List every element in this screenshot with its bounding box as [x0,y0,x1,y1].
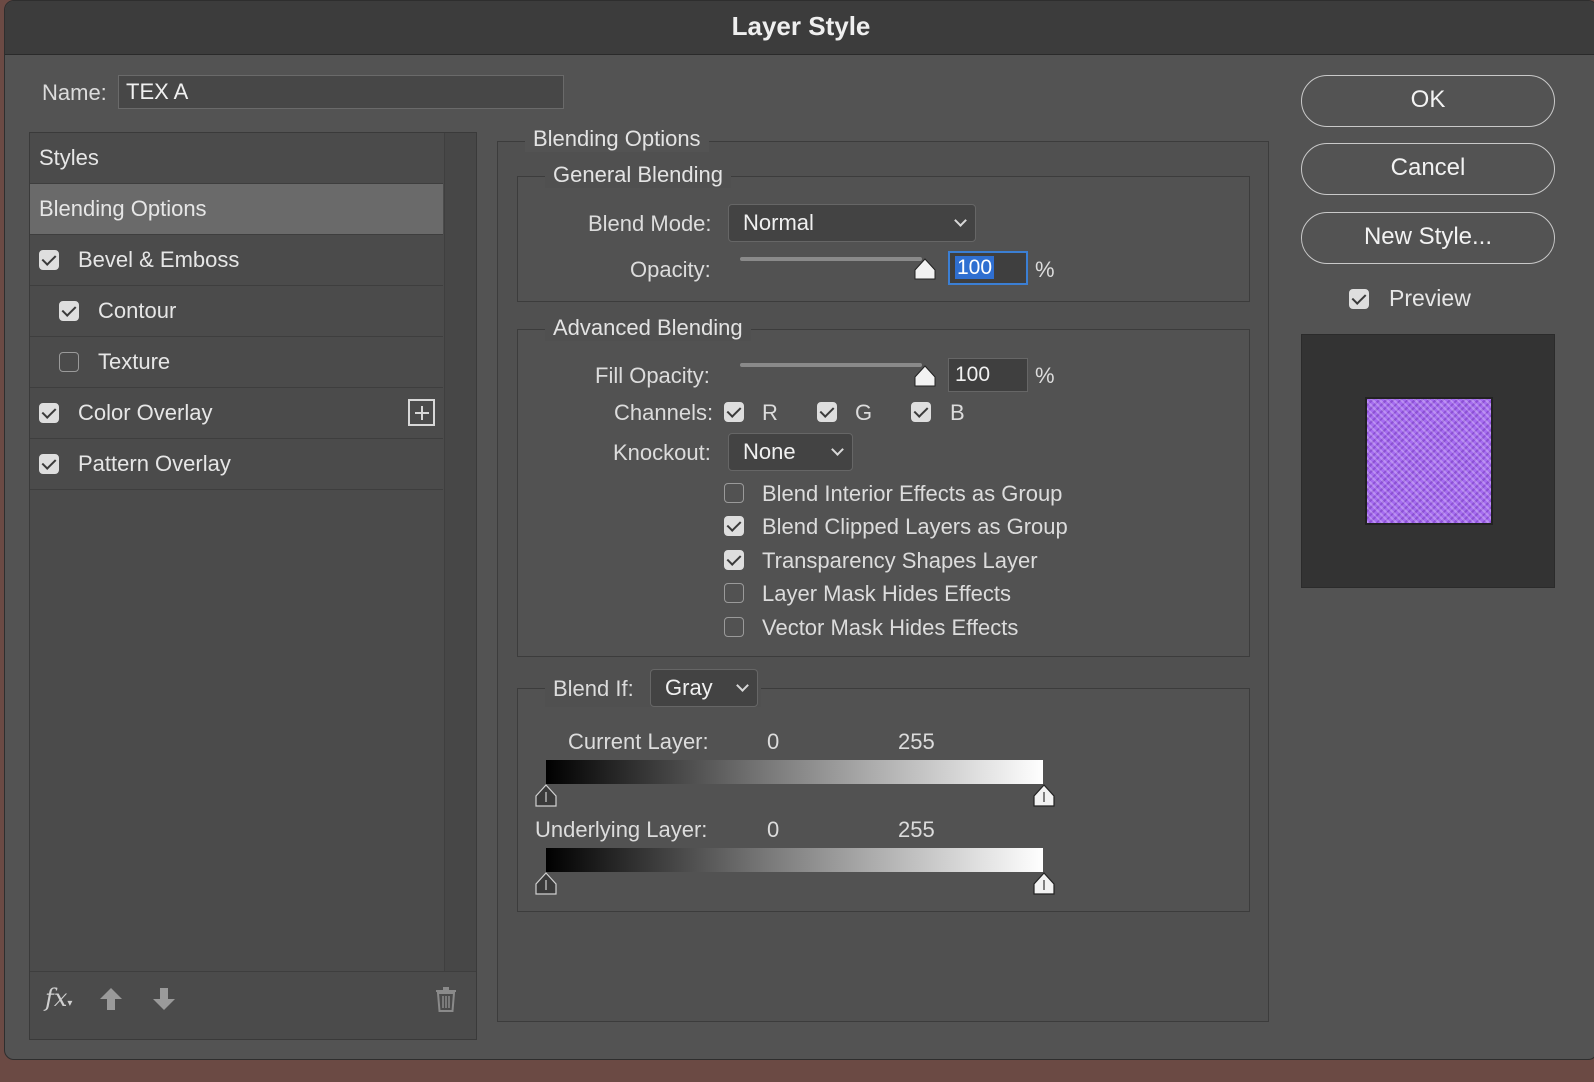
pattern-overlay-checkbox[interactable] [39,454,59,474]
style-item-blending-options[interactable]: Blending Options [30,184,443,235]
layer-style-dialog: Layer Style Name: TEX A Styles Blending … [4,0,1594,1060]
style-item-bevel-emboss[interactable]: Bevel & Emboss [30,235,443,286]
add-effect-plus-icon[interactable] [408,399,435,426]
channel-b-label: B [950,400,965,425]
blend-mode-value: Normal [743,210,814,235]
opacity-label: Opacity: [630,257,711,282]
style-item-label: Contour [98,298,177,323]
fill-opacity-slider-track[interactable] [740,363,922,367]
knockout-label: Knockout: [613,440,711,465]
underlying-layer-gradient [546,848,1043,872]
color-overlay-checkbox[interactable] [39,403,59,423]
style-item-label: Color Overlay [78,400,213,425]
underlying-layer-white-slider[interactable] [1032,872,1056,896]
general-blending-title: General Blending [545,162,732,188]
advanced-blending-title: Advanced Blending [545,315,751,341]
style-item-label: Bevel & Emboss [78,247,240,272]
transparency-shapes-checkbox[interactable] [724,550,744,570]
style-item-label: Pattern Overlay [78,451,231,476]
layer-mask-hides-label: Layer Mask Hides Effects [762,581,1012,606]
fx-icon[interactable]: fx▾ [45,984,72,1012]
current-layer-label: Current Layer: [568,729,709,754]
style-item-color-overlay[interactable]: Color Overlay [30,388,443,439]
fill-opacity-label: Fill Opacity: [595,363,710,388]
style-item-pattern-overlay[interactable]: Pattern Overlay [30,439,443,490]
style-item-label: Blending Options [39,196,207,221]
layer-mask-hides-checkbox[interactable] [724,583,744,603]
vector-mask-hides-label: Vector Mask Hides Effects [762,615,1019,640]
channels-label: Channels: [614,400,714,425]
ok-button[interactable]: OK [1301,75,1555,127]
trash-icon[interactable] [434,986,458,1012]
style-item-label: Texture [98,349,171,374]
preview-swatch [1365,397,1493,525]
style-item-contour[interactable]: Contour [30,286,443,337]
blend-if-value: Gray [665,675,713,700]
blend-if-label: Blend If: [553,676,634,701]
underlying-layer-max: 255 [898,817,935,842]
current-layer-white-slider[interactable] [1032,784,1056,808]
move-up-arrow-icon[interactable] [98,986,124,1012]
fill-opacity-input[interactable]: 100 [948,358,1028,392]
move-down-arrow-icon[interactable] [151,986,177,1012]
underlying-layer-label: Underlying Layer: [535,817,708,842]
channel-b-checkbox[interactable] [911,402,931,422]
blending-options-title: Blending Options [525,126,709,152]
blend-if-group [517,688,1250,912]
bevel-emboss-checkbox[interactable] [39,250,59,270]
opacity-slider-thumb[interactable] [914,258,936,280]
channel-r-checkbox[interactable] [724,402,744,422]
texture-checkbox[interactable] [59,352,79,372]
window-title: Layer Style [5,1,1594,55]
cancel-button[interactable]: Cancel [1301,143,1555,195]
chevron-down-icon [831,443,844,456]
chevron-down-icon [736,679,749,692]
opacity-value: 100 [955,256,995,279]
new-style-button[interactable]: New Style... [1301,212,1555,264]
name-input[interactable]: TEX A [118,75,564,109]
blend-mode-select[interactable]: Normal [728,204,976,242]
opacity-input[interactable]: 100 [948,251,1028,285]
contour-checkbox[interactable] [59,301,79,321]
blend-mode-label: Blend Mode: [588,211,712,236]
blend-interior-effects-label: Blend Interior Effects as Group [762,481,1063,506]
vector-mask-hides-checkbox[interactable] [724,617,744,637]
styles-toolbar: fx▾ [30,971,476,1039]
channel-g-label: G [855,400,873,425]
preview-box [1301,334,1555,588]
styles-list-panel: Styles Blending Options Bevel & Emboss C… [29,132,477,1040]
current-layer-black-slider[interactable] [534,784,558,808]
styles-list-scrollbar[interactable] [444,133,476,973]
current-layer-min: 0 [767,729,780,754]
styles-header-label: Styles [39,145,99,170]
knockout-value: None [743,439,796,464]
styles-header[interactable]: Styles [30,133,443,184]
fill-opacity-slider-thumb[interactable] [914,365,936,387]
underlying-layer-black-slider[interactable] [534,872,558,896]
opacity-slider-track[interactable] [740,257,922,261]
chevron-down-icon [954,214,967,227]
underlying-layer-min: 0 [767,817,780,842]
current-layer-max: 255 [898,729,935,754]
transparency-shapes-label: Transparency Shapes Layer [762,548,1038,573]
style-item-texture[interactable]: Texture [30,337,443,388]
name-label: Name: [42,80,107,105]
knockout-select[interactable]: None [728,433,853,471]
channel-g-checkbox[interactable] [817,402,837,422]
current-layer-gradient [546,760,1043,784]
preview-checkbox[interactable] [1349,289,1369,309]
blend-clipped-layers-checkbox[interactable] [724,516,744,536]
blend-clipped-layers-label: Blend Clipped Layers as Group [762,514,1068,539]
fill-opacity-percent: % [1035,363,1055,388]
preview-label: Preview [1389,285,1471,311]
blend-interior-effects-checkbox[interactable] [724,483,744,503]
channel-r-label: R [762,400,778,425]
opacity-percent: % [1035,257,1055,282]
blend-if-select[interactable]: Gray [650,669,758,707]
